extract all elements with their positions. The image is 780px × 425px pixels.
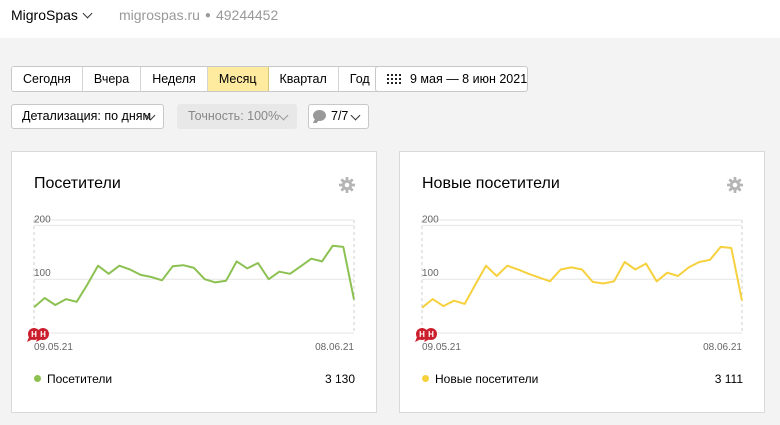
x-tick-label: 09.05.21 (34, 342, 73, 353)
y-tick-label: 200 (34, 214, 51, 225)
period-button-month[interactable]: Месяц (207, 67, 269, 91)
period-button-quarter[interactable]: Квартал (268, 67, 339, 91)
counter-site: migrospas.ru (119, 7, 200, 23)
separator-dot: ● (204, 10, 211, 21)
accuracy-dropdown[interactable]: Точность: 100% (177, 104, 297, 129)
y-tick-label: 100 (422, 268, 439, 279)
counter-name: MigroSpas (11, 7, 78, 23)
legend-dot (34, 375, 41, 382)
x-tick-label: 08.06.21 (703, 342, 742, 353)
y-tick-label: 200 (422, 214, 439, 225)
period-selector: Сегодня Вчера Неделя Месяц Квартал Год (11, 66, 382, 92)
x-tick-label: 09.05.21 (422, 342, 461, 353)
calendar-icon (387, 74, 401, 84)
counter-selector[interactable]: MigroSpas (11, 7, 93, 23)
legend-label: Новые посетители (435, 372, 539, 386)
legend-dot (422, 375, 429, 382)
x-tick-label: 08.06.21 (315, 342, 354, 353)
period-button-week[interactable]: Неделя (141, 67, 208, 91)
comments-dropdown[interactable]: 7/7 (308, 104, 369, 129)
series-line (33, 244, 355, 308)
detail-dropdown[interactable]: Детализация: по дням (11, 104, 164, 129)
detail-dropdown-label: Детализация: по дням (22, 109, 152, 123)
top-bar: MigroSpas migrospas.ru ● 49244452 (0, 0, 780, 38)
line-chart: 100 200 09.05.21 08.06.21 Н Н (415, 214, 743, 353)
counter-id: 49244452 (215, 7, 279, 23)
comment-bubble-icon (313, 110, 326, 121)
chevron-down-icon (350, 110, 361, 121)
counter-info: migrospas.ru ● 49244452 (119, 7, 278, 23)
note-marker-label: Н (40, 330, 46, 339)
note-marker-label: Н (419, 330, 425, 339)
widget-new-visitors: Новые посетители 100 200 09.05.21 08.06.21 Н… (399, 151, 765, 413)
comments-dropdown-label: 7/7 (331, 109, 349, 123)
chevron-down-icon (82, 8, 93, 19)
period-button-yesterday[interactable]: Вчера (82, 67, 142, 91)
y-tick-label: 100 (34, 268, 51, 279)
period-button-today[interactable]: Сегодня (12, 67, 83, 91)
note-marker-label: Н (428, 330, 434, 339)
legend-total: 3 111 (714, 372, 743, 386)
legend-label: Посетители (47, 372, 113, 386)
series-line (421, 245, 743, 309)
widget-visitors: Посетители 100 200 09.05.21 08.06.21 Н Н Посе… (11, 151, 377, 413)
legend-total: 3 130 (324, 372, 355, 386)
note-marker-label: Н (31, 330, 37, 339)
accuracy-dropdown-label: Точность: 100% (188, 109, 280, 123)
date-range-button[interactable]: 9 мая — 8 июн 2021 (375, 66, 528, 92)
chevron-down-icon (278, 110, 289, 121)
date-range-label: 9 мая — 8 июн 2021 (410, 72, 528, 86)
line-chart: 100 200 09.05.21 08.06.21 Н Н (27, 214, 355, 353)
